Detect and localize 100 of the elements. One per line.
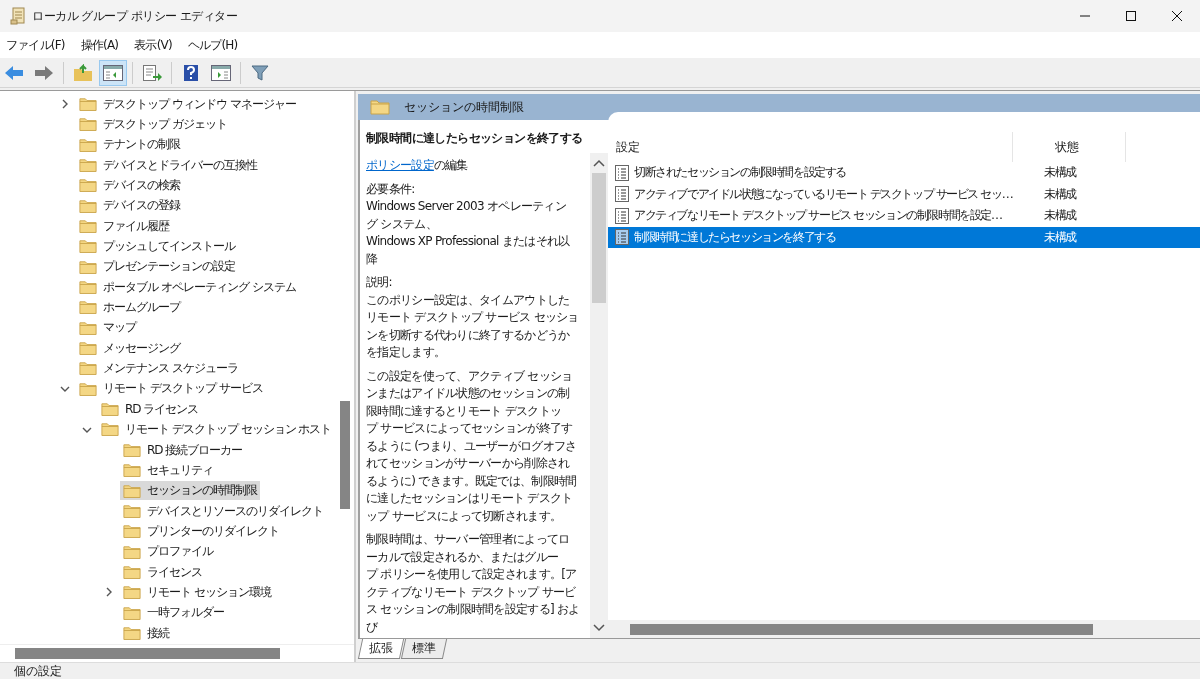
folder-icon	[101, 402, 119, 417]
folder-icon	[123, 625, 141, 641]
policy-document-icon	[615, 207, 629, 224]
folder-icon	[79, 381, 97, 397]
scroll-up-icon[interactable]	[593, 159, 605, 167]
folder-icon	[79, 158, 97, 173]
folder-icon	[79, 239, 97, 254]
table-cell-text: 未構成	[1044, 164, 1078, 182]
tab[interactable]: 拡張	[357, 639, 405, 659]
tree-item[interactable]: デスクトップ ガジェット	[76, 115, 230, 134]
scrollbar[interactable]	[590, 153, 608, 638]
tree-item[interactable]: 一時フォルダー	[120, 603, 227, 623]
tree-item[interactable]: 接続	[120, 623, 172, 643]
console-tree-icon	[103, 64, 123, 81]
folder-icon	[123, 503, 141, 519]
tab[interactable]: 標準	[400, 639, 448, 659]
folder-icon	[79, 259, 97, 275]
horizontal-scrollbar[interactable]	[608, 620, 1200, 638]
tree-item[interactable]: リモート デスクトップ サービス	[76, 379, 266, 399]
tree-item[interactable]: デバイスの登録	[76, 196, 183, 216]
forward-arrow-icon	[34, 64, 54, 81]
policy-document-icon	[615, 229, 629, 246]
policy-row[interactable]: アクティブでアイドル状態になっているリモート デスクトップ サービス セッ… 未構成	[608, 183, 1200, 205]
close-icon	[1172, 11, 1182, 21]
policy-document-icon	[615, 164, 629, 181]
tree-item[interactable]: デバイスの検索	[76, 176, 183, 196]
folder-icon	[370, 99, 390, 115]
tree-item[interactable]: プロファイル	[120, 542, 216, 562]
policy-row[interactable]: アクティブなリモート デスクトップ サービス セッションの制限時間を設定… 未構成	[608, 205, 1200, 227]
horizontal-scrollbar[interactable]	[0, 644, 354, 662]
table-cell-text: アクティブなリモート デスクトップ サービス セッションの制限時間を設定…	[633, 207, 1003, 225]
description-text: 制限時間は、サーバー管理者によってローカルで設定されるか、またはグループ ポリシーを使用して設定されます。[アクティブなリモート デスクトップ サービス セッションの制限時間を設定する] および	[366, 531, 581, 636]
folder-icon	[79, 320, 97, 336]
folder-icon	[79, 117, 97, 132]
folder-icon	[123, 544, 141, 559]
scrollbar-thumb[interactable]	[340, 401, 350, 509]
pane-title: セッションの時間制限	[404, 98, 524, 116]
help-icon	[183, 63, 199, 82]
toolbar-button[interactable]	[99, 59, 127, 86]
folder-up-icon	[73, 63, 93, 82]
policy-row[interactable]: 切断されたセッションの制限時間を設定する 未構成	[608, 162, 1200, 184]
tree-item[interactable]: プレゼンテーションの設定	[76, 257, 238, 277]
tree-item[interactable]: ホームグループ	[76, 298, 183, 318]
folder-icon	[123, 442, 141, 458]
table-cell-text: アクティブでアイドル状態になっているリモート デスクトップ サービス セッ…	[633, 185, 1014, 203]
folder-icon	[123, 463, 141, 478]
chevron-right-icon[interactable]	[60, 99, 70, 110]
menu-item[interactable]: 表示(V)	[132, 34, 174, 56]
tree-item[interactable]: セッションの時間制限	[120, 481, 260, 501]
folder-icon	[79, 96, 97, 112]
folder-icon	[123, 564, 141, 580]
tree-item[interactable]: ライセンス	[120, 562, 205, 582]
scroll-document-icon	[10, 7, 26, 25]
menu-item[interactable]: 操作(A)	[78, 34, 121, 56]
scrollbar-thumb[interactable]	[15, 648, 280, 659]
tree-item[interactable]: メンテナンス スケジューラ	[76, 359, 241, 379]
tree-item[interactable]: RD ライセンス	[98, 399, 202, 419]
chevron-down-icon[interactable]	[60, 384, 70, 394]
tree-item[interactable]: セキュリティ	[120, 460, 216, 480]
column-header[interactable]: 状態	[1013, 132, 1126, 162]
scrollbar-thumb[interactable]	[630, 624, 1093, 635]
tree-item[interactable]: リモート セッション環境	[120, 582, 274, 602]
tree-item[interactable]: デバイスとリソースのリダイレクト	[120, 501, 326, 521]
table-cell-text: 未構成	[1044, 228, 1078, 246]
policy-setting-link[interactable]: ポリシー設定	[366, 158, 434, 172]
tree-item[interactable]: メッセージング	[76, 338, 183, 358]
policy-row[interactable]: 制限時間に達したらセッションを終了する 未構成	[608, 226, 1200, 248]
tree-item[interactable]: ポータブル オペレーティング システム	[76, 277, 299, 297]
folder-icon	[79, 300, 97, 315]
folder-icon	[79, 280, 97, 295]
table-cell-text: 未構成	[1044, 185, 1078, 203]
tree-item[interactable]: デバイスとドライバーの互換性	[76, 155, 260, 175]
tree-item[interactable]: リモート デスクトップ セッション ホスト	[98, 420, 335, 440]
section-label: 必要条件:	[366, 180, 416, 198]
tree-item[interactable]: プッシュしてインストール	[76, 237, 238, 257]
status-text: 個の設定	[14, 664, 62, 678]
scroll-down-icon[interactable]	[593, 624, 605, 632]
tree-item[interactable]: ファイル履歴	[76, 216, 172, 236]
menu-item[interactable]: ファイル(F)	[4, 34, 67, 56]
back-arrow-icon	[4, 64, 24, 81]
folder-icon	[123, 585, 141, 600]
tree-item[interactable]: デスクトップ ウィンドウ マネージャー	[76, 94, 299, 114]
folder-icon	[79, 178, 97, 193]
scrollbar-thumb[interactable]	[592, 173, 606, 303]
export-list-icon	[142, 63, 162, 82]
filter-icon	[251, 63, 269, 82]
chevron-right-icon[interactable]	[104, 587, 114, 598]
table-cell-text: 切断されたセッションの制限時間を設定する	[633, 164, 847, 182]
tree-item[interactable]: RD 接続ブローカー	[120, 440, 246, 460]
table-cell-text: 制限時間に達したらセッションを終了する	[633, 228, 837, 246]
tree-item[interactable]: テナントの制限	[76, 135, 183, 155]
tree-item[interactable]: マップ	[76, 318, 139, 338]
column-header[interactable]: 設定	[608, 132, 1013, 162]
folder-icon	[79, 341, 97, 356]
menu-item[interactable]: ヘルプ(H)	[185, 34, 240, 56]
folder-icon	[123, 483, 141, 498]
description-text: Windows Server 2003 オペレーティング システム、Windows XP Professional またはそれ以降	[366, 198, 571, 268]
tree-item[interactable]: プリンターのリダイレクト	[120, 521, 282, 541]
folder-icon	[123, 605, 141, 620]
action-pane-icon	[211, 64, 231, 81]
